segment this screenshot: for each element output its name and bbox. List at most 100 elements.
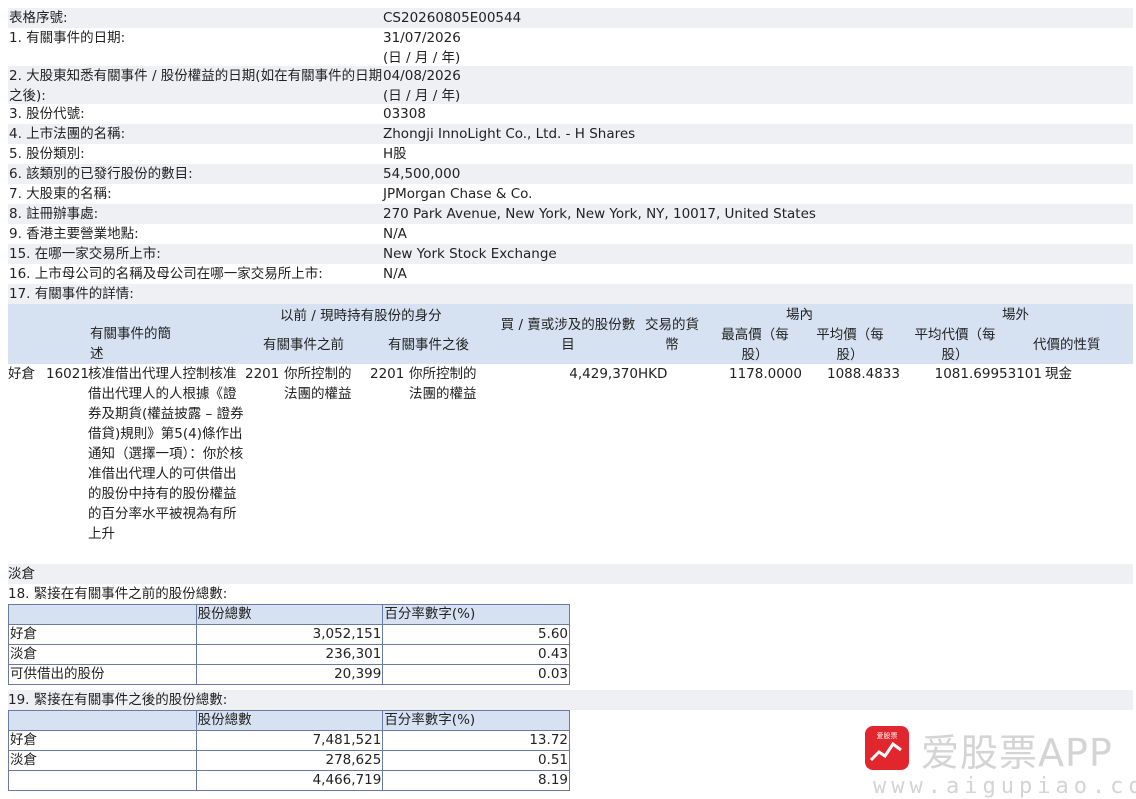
info-value-main: 31/07/2026 [383,30,461,46]
row-label: 好倉 [8,730,197,751]
info-row: 3. 股份代號: 03308 [8,104,1133,124]
short-row: 淡倉 [8,564,1133,584]
row-label: 淡倉 [8,750,197,771]
info-value: 03308 [383,104,1133,124]
row-shares: 20,399 [195,664,384,685]
info-row: 7. 大股東的名稱: JPMorgan Chase & Co. [8,184,1133,204]
event-shares: 4,429,370 [569,366,638,382]
info-value: N/A [383,224,1133,244]
section18-col-pct: 百分率數字(%) [382,604,570,625]
table-row: 可供借出的股份 20,399 0.03 [8,664,570,685]
section18-table: 股份總數 百分率數字(%) 好倉 3,052,151 5.60 淡倉 236,3… [8,604,570,685]
row-pct: 0.43 [382,644,570,665]
info-value: N/A [383,264,1133,284]
info-value: H股 [383,144,1133,164]
header-nature: 代價的性質 [1033,337,1101,353]
logo-icon-label: 爱股票 [877,732,898,740]
section19-title: 19. 緊接在有關事件之後的股份總數: [8,692,228,708]
event-avg: 1088.4833 [826,366,900,382]
row-pct: 13.72 [382,730,570,751]
info-row: 6. 該類別的已發行股份的數目: 54,500,000 [8,164,1133,184]
row-label: 可供借出的股份 [8,664,197,685]
row-pct: 0.51 [382,750,570,771]
info-label: 16. 上市母公司的名稱及母公司在哪一家交易所上市: [9,266,323,282]
info-label: 8. 註冊辦事處: [9,206,99,222]
row-label: 好倉 [8,624,197,645]
table-row: 好倉 7,481,521 13.72 [8,730,570,751]
info-row: 2. 大股東知悉有關事件 / 股份權益的日期(如在有關事件的日期之後): 04/0… [8,66,1133,104]
event-after-code: 2201 [370,366,405,382]
info-value-sub: (日 / 月 / 年) [383,88,461,104]
row-shares: 3,052,151 [195,624,384,645]
short-label: 淡倉 [8,566,35,582]
table-row: 淡倉 278,625 0.51 [8,750,570,771]
header-capacity-group: 以前 / 現時持有股份的身分 [280,308,442,324]
info-row: 8. 註冊辦事處: 270 Park Avenue, New York, New … [8,204,1133,224]
info-label: 表格序號: [9,10,68,26]
row-label: 淡倉 [8,644,197,665]
info-row: 1. 有關事件的日期: 31/07/2026 (日 / 月 / 年) [8,28,1133,66]
info-label: 3. 股份代號: [9,106,85,122]
event-before-code: 2201 [245,366,280,382]
row-pct: 8.19 [382,770,570,791]
info-row: 4. 上市法團的名稱: Zhongji InnoLight Co., Ltd. -… [8,124,1133,144]
info-value-main: H股 [383,146,407,162]
info-label: 5. 股份類別: [9,146,85,162]
info-label: 7. 大股東的名稱: [9,186,112,202]
info-value [383,284,1133,304]
event-description: 核准借出代理人控制核准借出代理人的人根據《證券及期貨(權益披露 – 證券借貸)規… [88,366,244,542]
header-after: 有關事件之後 [388,337,469,353]
info-value: 270 Park Avenue, New York, New York, NY,… [383,204,1133,224]
info-value: 04/08/2026 (日 / 月 / 年) [383,66,1133,104]
info-value-sub: (日 / 月 / 年) [383,50,461,66]
info-value-main: N/A [383,226,407,242]
info-label: 17. 有關事件的詳情: [9,286,134,302]
watermark-url: www.aigupiao.com [873,774,1136,799]
info-value: 31/07/2026 (日 / 月 / 年) [383,28,1133,66]
table-row: 淡倉 236,301 0.43 [8,644,570,665]
info-label: 15. 在哪一家交易所上市: [9,246,161,262]
info-value-main: New York Stock Exchange [383,246,557,262]
section19-col-shares: 股份總數 [195,710,384,731]
event-currency: HKD [638,366,668,382]
row-shares: 7,481,521 [195,730,384,751]
info-row: 17. 有關事件的詳情: [8,284,1133,304]
info-row: 15. 在哪一家交易所上市: New York Stock Exchange [8,244,1133,264]
info-value-main: N/A [383,266,407,282]
info-value-main: 270 Park Avenue, New York, New York, NY,… [383,206,816,222]
header-avg-consideration: 平均代價（每股） [914,327,996,363]
info-label: 4. 上市法團的名稱: [9,126,126,142]
row-pct: 0.03 [382,664,570,685]
watermark-logo: 爱股票 爱股票APP www.aigupiao.com [865,722,1136,799]
section19-corner [8,710,197,731]
event-avg-consideration: 1081.69953101 [934,366,1042,382]
header-shares: 買 / 賣或涉及的股份數目 [500,317,636,353]
info-value: New York Stock Exchange [383,244,1133,264]
info-label: 6. 該類別的已發行股份的數目: [9,166,193,182]
event-code: 16021 [46,366,89,382]
row-shares: 236,301 [195,644,384,665]
table-row: 4,466,719 8.19 [8,770,570,791]
section19-title-row: 19. 緊接在有關事件之後的股份總數: [8,690,1133,710]
section18-title-row: 18. 緊接在有關事件之前的股份總數: [8,584,1133,604]
header-onmarket: 場內 [786,307,813,323]
info-row: 表格序號: CS20260805E00544 [8,8,1133,28]
info-value-main: CS20260805E00544 [383,10,522,26]
section18-corner [8,604,197,625]
info-value: Zhongji InnoLight Co., Ltd. - H Shares [383,124,1133,144]
event-high: 1178.0000 [728,366,802,382]
info-label: 2. 大股東知悉有關事件 / 股份權益的日期(如在有關事件的日期之後): [9,68,383,104]
section18-col-shares: 股份總數 [195,604,384,625]
aigupiao-logo-icon: 爱股票 [865,726,909,770]
header-avg: 平均價（每股） [816,327,884,363]
header-brief: 有關事件的簡述 [90,326,171,362]
info-row: 16. 上市母公司的名稱及母公司在哪一家交易所上市: N/A [8,264,1133,284]
info-value-main: 04/08/2026 [383,68,461,84]
row-shares: 4,466,719 [195,770,384,791]
row-label [8,770,197,791]
event-position: 好倉 [8,366,35,382]
row-pct: 5.60 [382,624,570,645]
info-label: 9. 香港主要營業地點: [9,226,139,242]
info-label: 1. 有關事件的日期: [9,30,126,46]
info-value: CS20260805E00544 [383,8,1133,28]
